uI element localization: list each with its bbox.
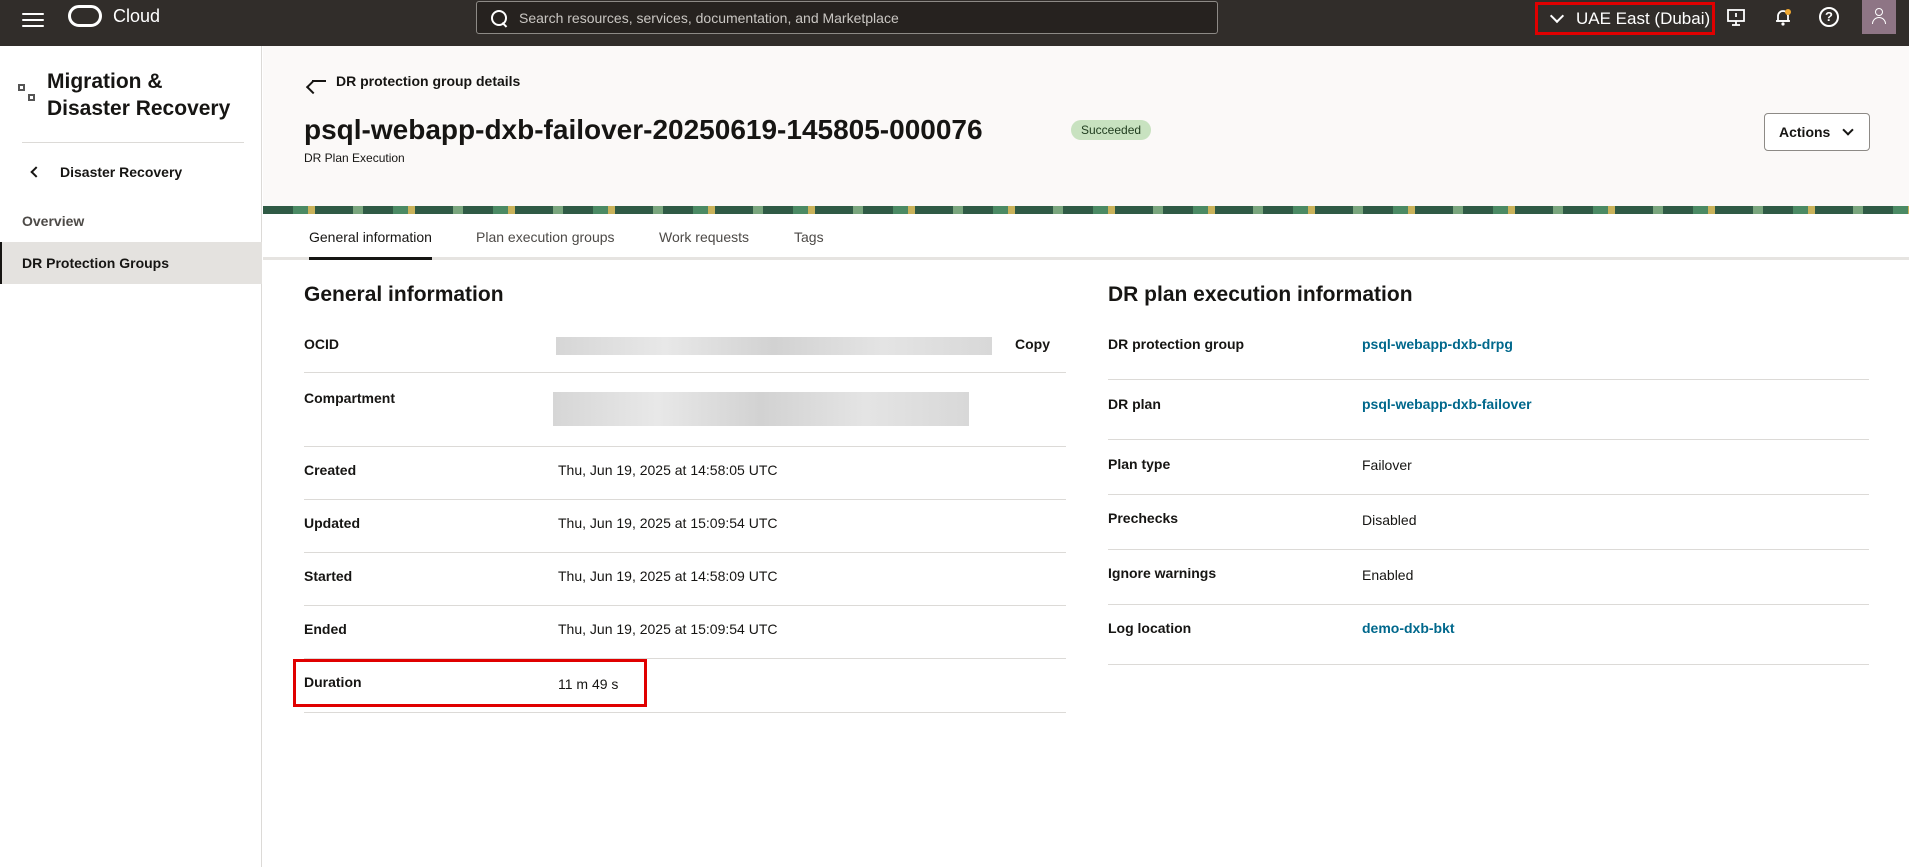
chevron-down-icon <box>1549 8 1565 23</box>
migration-icon <box>18 84 36 102</box>
compartment-value-redacted <box>553 392 969 426</box>
copy-ocid-button[interactable]: Copy <box>1015 336 1050 352</box>
prechecks-value: Disabled <box>1362 512 1417 528</box>
header-decoration <box>263 206 1909 214</box>
back-link[interactable]: DR protection group details <box>312 73 520 89</box>
ended-value: Thu, Jun 19, 2025 at 15:09:54 UTC <box>558 621 778 637</box>
log-location-label: Log location <box>1108 620 1192 636</box>
tab-bar: General information Plan execution group… <box>263 214 1909 260</box>
ocid-label: OCID <box>304 336 339 352</box>
tab-plan-execution-groups[interactable]: Plan execution groups <box>476 229 615 257</box>
actions-button[interactable]: Actions <box>1764 113 1870 151</box>
ignore-warnings-row <box>1108 550 1869 605</box>
ended-label: Ended <box>304 621 347 637</box>
ocid-value-redacted <box>556 337 992 355</box>
chevron-down-icon <box>1842 123 1855 136</box>
profile-avatar[interactable] <box>1862 0 1896 34</box>
general-information-title: General information <box>304 283 504 306</box>
help-icon[interactable]: ? <box>1819 7 1839 27</box>
sidebar-back-link[interactable]: Disaster Recovery <box>22 164 182 180</box>
search-icon <box>491 9 507 26</box>
execution-info-title: DR plan execution information <box>1108 283 1413 306</box>
dr-plan-label: DR plan <box>1108 396 1161 412</box>
log-location-link[interactable]: demo-dxb-bkt <box>1362 620 1455 636</box>
tab-tags[interactable]: Tags <box>794 229 824 257</box>
sidebar-title: Migration & Disaster Recovery <box>47 70 231 120</box>
search-placeholder: Search resources, services, documentatio… <box>519 9 899 26</box>
updated-value: Thu, Jun 19, 2025 at 15:09:54 UTC <box>558 515 778 531</box>
started-value: Thu, Jun 19, 2025 at 14:58:09 UTC <box>558 568 778 584</box>
menu-icon[interactable] <box>22 9 44 31</box>
updated-label: Updated <box>304 515 360 531</box>
chevron-left-icon <box>30 166 42 178</box>
created-label: Created <box>304 462 357 478</box>
dr-plan-link[interactable]: psql-webapp-dxb-failover <box>1362 396 1532 412</box>
status-badge: Succeeded <box>1071 120 1152 140</box>
page-subtitle: DR Plan Execution <box>304 151 405 165</box>
started-label: Started <box>304 568 353 584</box>
plan-type-row <box>1108 440 1869 495</box>
tab-general-information[interactable]: General information <box>309 229 432 260</box>
actions-label: Actions <box>1779 124 1831 140</box>
duration-label: Duration <box>304 674 362 690</box>
compartment-label: Compartment <box>304 390 396 406</box>
oracle-logo-icon[interactable] <box>68 5 102 27</box>
created-value: Thu, Jun 19, 2025 at 14:58:05 UTC <box>558 462 778 478</box>
prechecks-row <box>1108 495 1869 550</box>
sidebar-divider <box>22 142 244 143</box>
protection-group-label: DR protection group <box>1108 336 1245 352</box>
sidebar: Migration & Disaster Recovery Disaster R… <box>0 46 262 867</box>
plan-type-label: Plan type <box>1108 456 1171 472</box>
brand-label[interactable]: Cloud <box>113 6 160 27</box>
prechecks-label: Prechecks <box>1108 510 1179 526</box>
notifications-icon[interactable] <box>1772 7 1794 29</box>
page-title: psql-webapp-dxb-failover-20250619-145805… <box>304 114 983 145</box>
sidebar-back-label: Disaster Recovery <box>60 164 183 180</box>
protection-group-link[interactable]: psql-webapp-dxb-drpg <box>1362 336 1513 352</box>
region-selector[interactable]: UAE East (Dubai) <box>1535 2 1715 35</box>
profile-icon <box>1875 8 1883 16</box>
announcements-icon[interactable] <box>1725 7 1747 29</box>
sidebar-item-overview[interactable]: Overview <box>0 200 262 242</box>
protection-group-row <box>1108 327 1869 380</box>
top-bar: Cloud Search resources, services, docume… <box>0 0 1909 46</box>
region-label: UAE East (Dubai) <box>1576 8 1711 28</box>
tab-work-requests[interactable]: Work requests <box>659 229 749 257</box>
ignore-warnings-label: Ignore warnings <box>1108 565 1217 581</box>
duration-value: 11 m 49 s <box>558 676 619 692</box>
ignore-warnings-value: Enabled <box>1362 567 1414 583</box>
back-link-label: DR protection group details <box>336 73 521 89</box>
sidebar-item-dr-protection-groups[interactable]: DR Protection Groups <box>0 242 262 284</box>
plan-type-value: Failover <box>1362 457 1412 473</box>
log-location-row <box>1108 605 1869 665</box>
arrow-left-icon <box>312 80 326 82</box>
search-input[interactable]: Search resources, services, documentatio… <box>476 1 1218 34</box>
